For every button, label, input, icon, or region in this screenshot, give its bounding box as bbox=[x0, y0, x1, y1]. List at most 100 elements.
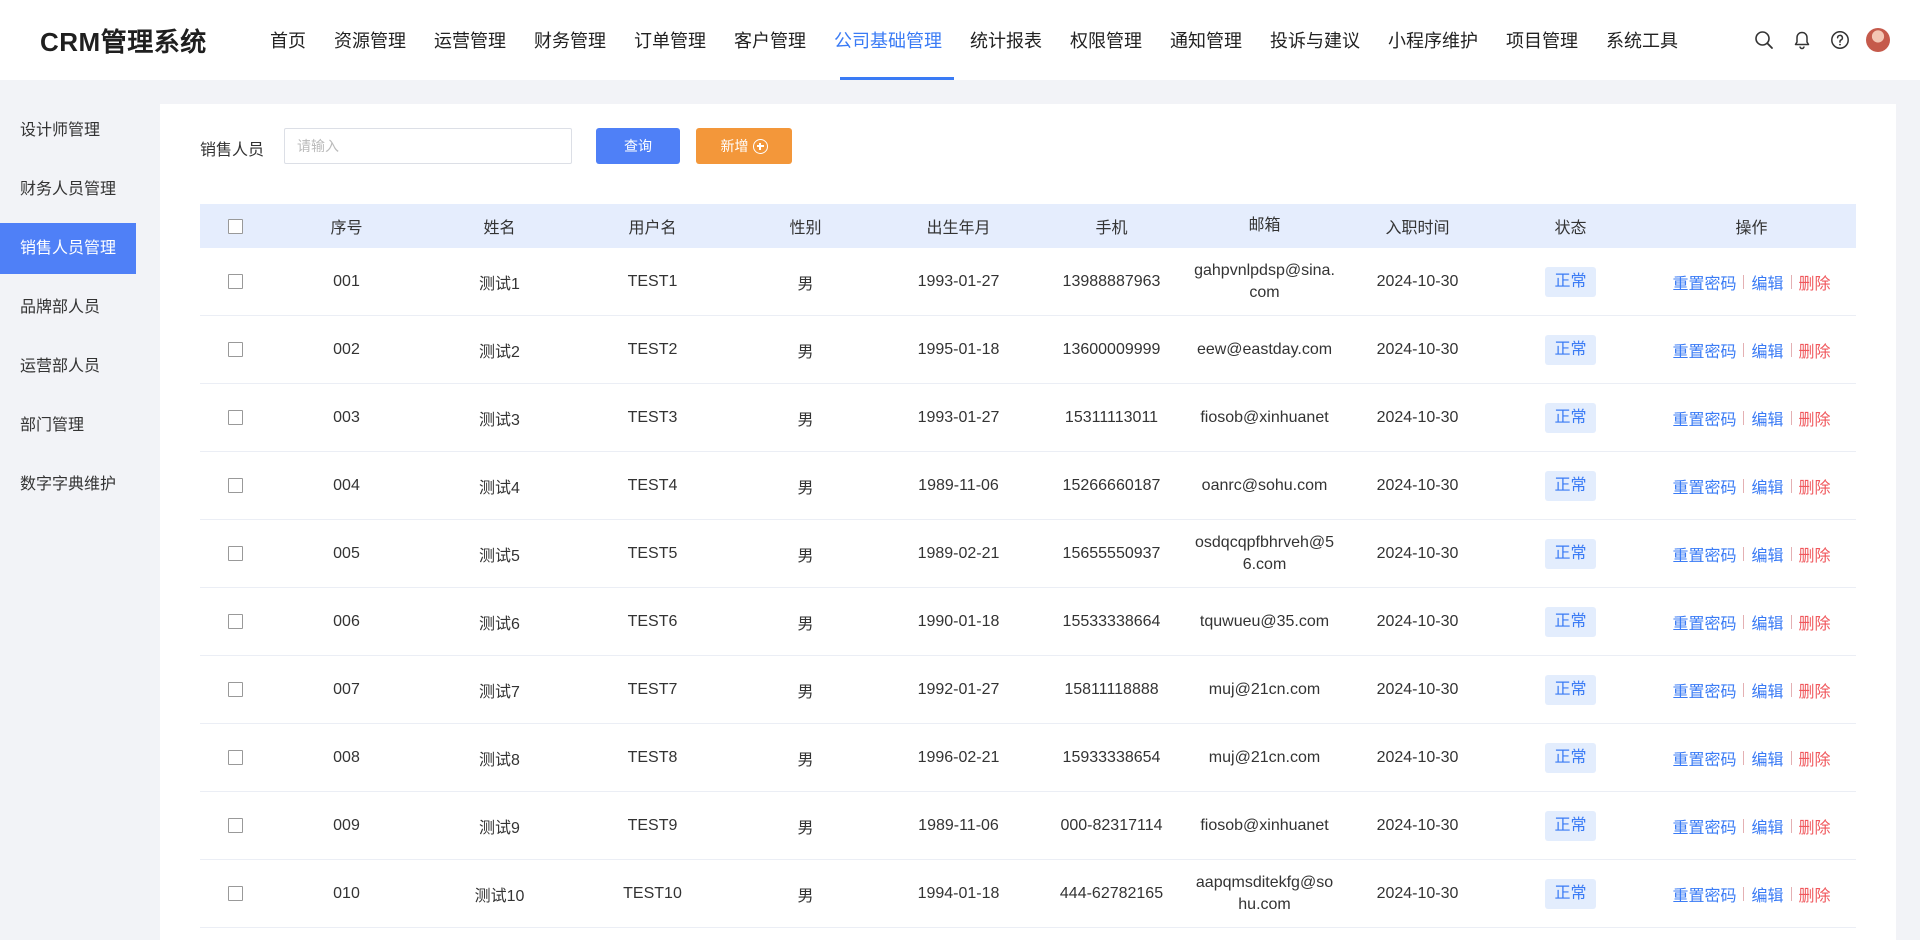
edit-link[interactable]: 编辑 bbox=[1751, 678, 1783, 702]
action-divider bbox=[1743, 886, 1745, 901]
edit-link[interactable]: 编辑 bbox=[1751, 814, 1783, 838]
delete-link[interactable]: 删除 bbox=[1799, 542, 1831, 566]
nav-item-operations[interactable]: 运营管理 bbox=[422, 0, 518, 80]
query-button[interactable]: 查询 bbox=[596, 128, 680, 164]
add-button[interactable]: 新增 bbox=[696, 128, 792, 164]
row-checkbox[interactable] bbox=[227, 818, 243, 833]
action-divider bbox=[1743, 818, 1745, 833]
select-all-checkbox[interactable] bbox=[227, 218, 243, 234]
row-checkbox[interactable] bbox=[227, 274, 243, 289]
row-checkbox[interactable] bbox=[227, 410, 243, 425]
column-header: 用户名 bbox=[628, 220, 677, 237]
row-checkbox[interactable] bbox=[227, 342, 243, 357]
reset-password-link[interactable]: 重置密码 bbox=[1672, 474, 1736, 498]
cell-actions: 重置密码 编辑 删除 bbox=[1647, 474, 1856, 498]
action-divider bbox=[1743, 274, 1745, 289]
cell-hire-date: 2024-10-30 bbox=[1376, 816, 1459, 834]
nav-item-company-basics[interactable]: 公司基础管理 bbox=[822, 0, 954, 80]
row-checkbox[interactable] bbox=[227, 546, 243, 561]
reset-password-link[interactable]: 重置密码 bbox=[1672, 542, 1736, 566]
row-checkbox[interactable] bbox=[227, 614, 243, 629]
top-nav: 首页 资源管理 运营管理 财务管理 订单管理 客户管理 公司基础管理 统计报表 … bbox=[258, 0, 1694, 80]
status-badge: 正常 bbox=[1545, 538, 1596, 569]
cell-index: 002 bbox=[333, 340, 360, 358]
nav-item-home[interactable]: 首页 bbox=[258, 0, 318, 80]
row-checkbox[interactable] bbox=[227, 886, 243, 901]
delete-link[interactable]: 删除 bbox=[1799, 678, 1831, 702]
cell-birthdate: 1993-01-27 bbox=[917, 272, 1000, 290]
cell-birthdate: 1992-01-27 bbox=[917, 680, 1000, 698]
sidebar-item-ops-staff[interactable]: 运营部人员 bbox=[0, 341, 136, 392]
nav-item-notifications[interactable]: 通知管理 bbox=[1158, 0, 1254, 80]
edit-link[interactable]: 编辑 bbox=[1751, 474, 1783, 498]
cell-email: eew@eastday.com bbox=[1196, 340, 1333, 358]
sidebar-item-designers[interactable]: 设计师管理 bbox=[0, 105, 136, 156]
nav-item-reports[interactable]: 统计报表 bbox=[958, 0, 1054, 80]
cell-hire-date: 2024-10-30 bbox=[1376, 612, 1459, 630]
nav-item-orders[interactable]: 订单管理 bbox=[622, 0, 718, 80]
reset-password-link[interactable]: 重置密码 bbox=[1672, 882, 1736, 906]
delete-link[interactable]: 删除 bbox=[1799, 610, 1831, 634]
reset-password-link[interactable]: 重置密码 bbox=[1672, 406, 1736, 430]
cell-phone: 13600009999 bbox=[1062, 340, 1161, 358]
delete-link[interactable]: 删除 bbox=[1799, 406, 1831, 430]
row-checkbox[interactable] bbox=[227, 682, 243, 697]
sidebar-item-dictionary[interactable]: 数字字典维护 bbox=[0, 459, 136, 510]
row-checkbox-cell bbox=[200, 886, 270, 901]
edit-link[interactable]: 编辑 bbox=[1751, 610, 1783, 634]
reset-password-link[interactable]: 重置密码 bbox=[1672, 270, 1736, 294]
table-row: 010 测试10 TEST10 男 1994-01-18 444-62782165 aapq… bbox=[200, 860, 1856, 928]
header-icons bbox=[1738, 28, 1890, 52]
cell-phone: 15266660187 bbox=[1062, 476, 1161, 494]
delete-link[interactable]: 删除 bbox=[1799, 338, 1831, 362]
delete-link[interactable]: 删除 bbox=[1799, 882, 1831, 906]
edit-link[interactable]: 编辑 bbox=[1751, 270, 1783, 294]
search-icon[interactable] bbox=[1752, 28, 1776, 52]
edit-link[interactable]: 编辑 bbox=[1751, 338, 1783, 362]
sidebar-item-sales-staff[interactable]: 销售人员管理 bbox=[0, 223, 136, 274]
edit-link[interactable]: 编辑 bbox=[1751, 542, 1783, 566]
action-divider bbox=[1790, 750, 1792, 765]
sidebar-item-brand-staff[interactable]: 品牌部人员 bbox=[0, 282, 136, 333]
reset-password-link[interactable]: 重置密码 bbox=[1672, 610, 1736, 634]
delete-link[interactable]: 删除 bbox=[1799, 746, 1831, 770]
nav-item-projects[interactable]: 项目管理 bbox=[1494, 0, 1590, 80]
nav-item-complaints[interactable]: 投诉与建议 bbox=[1258, 0, 1372, 80]
sidebar-item-finance-staff[interactable]: 财务人员管理 bbox=[0, 164, 136, 215]
main-panel: 销售人员 查询 新增 序号 姓名 用户名 性别 出生年月 手机 邮箱 入职时间 … bbox=[160, 104, 1896, 940]
cell-username: TEST4 bbox=[627, 476, 678, 494]
nav-item-permissions[interactable]: 权限管理 bbox=[1058, 0, 1154, 80]
user-avatar-image bbox=[1866, 28, 1890, 52]
cell-name: 测试1 bbox=[479, 275, 520, 293]
edit-link[interactable]: 编辑 bbox=[1751, 882, 1783, 906]
delete-link[interactable]: 删除 bbox=[1799, 270, 1831, 294]
edit-link[interactable]: 编辑 bbox=[1751, 406, 1783, 430]
cell-username: TEST1 bbox=[627, 272, 678, 290]
avatar[interactable] bbox=[1866, 28, 1890, 52]
nav-item-finance[interactable]: 财务管理 bbox=[522, 0, 618, 80]
edit-link[interactable]: 编辑 bbox=[1751, 746, 1783, 770]
reset-password-link[interactable]: 重置密码 bbox=[1672, 746, 1736, 770]
nav-item-customers[interactable]: 客户管理 bbox=[722, 0, 818, 80]
reset-password-link[interactable]: 重置密码 bbox=[1672, 678, 1736, 702]
nav-item-system-tools[interactable]: 系统工具 bbox=[1594, 0, 1690, 80]
cell-actions: 重置密码 编辑 删除 bbox=[1647, 678, 1856, 702]
row-checkbox[interactable] bbox=[227, 478, 243, 493]
search-label: 销售人员 bbox=[200, 142, 265, 159]
table-header: 序号 姓名 用户名 性别 出生年月 手机 邮箱 入职时间 状态 操作 bbox=[200, 204, 1856, 248]
help-icon[interactable] bbox=[1828, 28, 1852, 52]
row-checkbox[interactable] bbox=[227, 750, 243, 765]
reset-password-link[interactable]: 重置密码 bbox=[1672, 338, 1736, 362]
column-header: 操作 bbox=[1735, 220, 1768, 237]
row-checkbox-cell bbox=[200, 614, 270, 629]
row-checkbox-cell bbox=[200, 818, 270, 833]
cell-name: 测试9 bbox=[479, 819, 520, 837]
delete-link[interactable]: 删除 bbox=[1799, 814, 1831, 838]
sidebar-item-departments[interactable]: 部门管理 bbox=[0, 400, 136, 451]
bell-icon[interactable] bbox=[1790, 28, 1814, 52]
reset-password-link[interactable]: 重置密码 bbox=[1672, 814, 1736, 838]
nav-item-resources[interactable]: 资源管理 bbox=[322, 0, 418, 80]
nav-item-miniprogram[interactable]: 小程序维护 bbox=[1376, 0, 1490, 80]
search-input[interactable] bbox=[284, 128, 572, 164]
delete-link[interactable]: 删除 bbox=[1799, 474, 1831, 498]
